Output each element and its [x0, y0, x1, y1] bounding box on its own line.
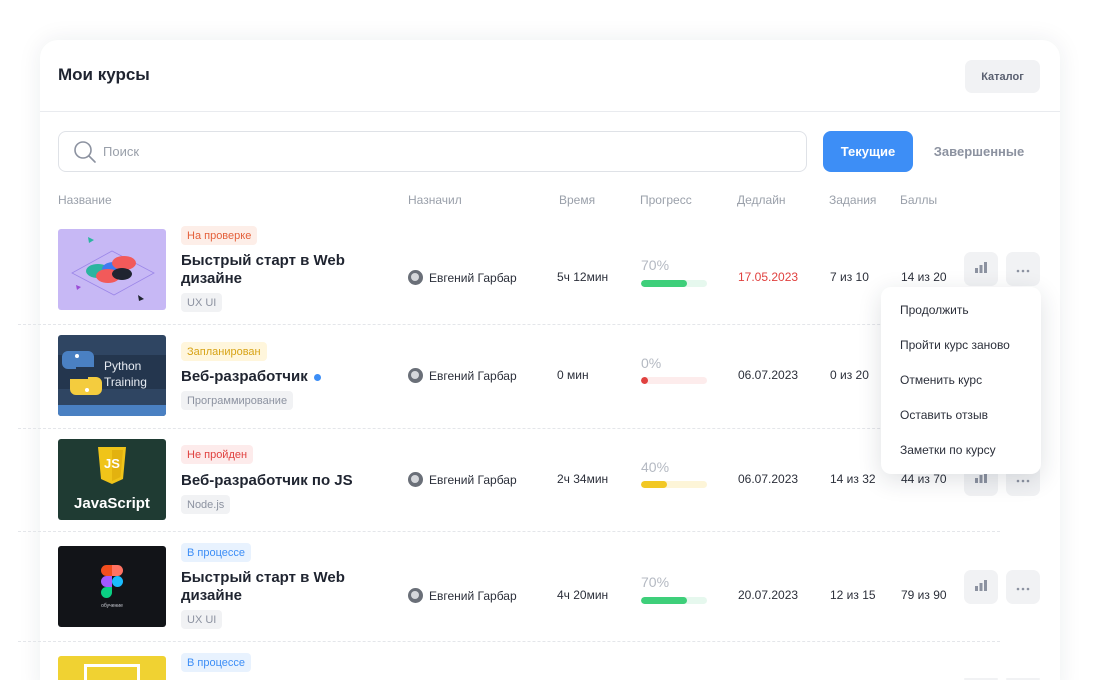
status-badge: Запланирован [181, 342, 267, 361]
course-thumbnail-ui[interactable] [58, 229, 166, 310]
assignee-name: Евгений Гарбар [429, 472, 517, 487]
course-tag: UX UI [181, 293, 223, 312]
progress-bar [641, 280, 707, 287]
course-tag: Node.js [181, 495, 231, 514]
thumbnail-logo-text: JS [104, 456, 120, 471]
course-time: 0 мин [557, 368, 589, 382]
course-title[interactable]: Веб-разработчик по JS [181, 472, 371, 490]
course-thumbnail-python[interactable]: Python Training [58, 335, 166, 416]
course-tasks: 12 из 15 [830, 588, 876, 602]
course-title[interactable]: Быстрый старт в Web дизайне [181, 252, 371, 288]
progress-bar [641, 481, 707, 488]
avatar [408, 270, 423, 285]
catalog-button[interactable]: Каталог [965, 60, 1040, 93]
course-time: 4ч 20мин [557, 588, 609, 602]
menu-item-review[interactable]: Оставить отзыв [900, 408, 988, 422]
course-tasks: 0 из 20 [830, 368, 869, 382]
tab-current[interactable]: Текущие [823, 131, 913, 172]
course-thumbnail[interactable] [58, 656, 166, 680]
column-header-time[interactable]: Время [559, 193, 595, 207]
avatar [408, 472, 423, 487]
assignee-name: Евгений Гарбар [429, 270, 517, 285]
search-icon [73, 140, 97, 164]
thumbnail-text: Python [104, 359, 142, 373]
progress-percent: 70% [641, 574, 670, 590]
column-header-assigned[interactable]: Назначил [408, 193, 462, 207]
menu-item-cancel[interactable]: Отменить курс [900, 373, 982, 387]
course-points: 79 из 90 [901, 588, 947, 602]
course-points: 44 из 70 [901, 472, 947, 486]
course-title[interactable]: Быстрый старт в Web дизайне [181, 569, 371, 605]
thumbnail-text: Training [104, 375, 147, 389]
course-time: 5ч 12мин [557, 270, 609, 284]
column-header-points[interactable]: Баллы [900, 193, 937, 207]
more-button[interactable] [1006, 252, 1040, 286]
tab-finished[interactable]: Завершенные [923, 131, 1035, 172]
column-header-progress[interactable]: Прогресс [640, 193, 692, 207]
assignee-name: Евгений Гарбар [429, 588, 517, 603]
status-badge: Не пройден [181, 445, 254, 464]
course-deadline: 06.07.2023 [738, 472, 799, 486]
course-title[interactable]: Веб-разработчик [181, 368, 371, 386]
more-dots-icon [1016, 578, 1030, 596]
course-deadline: 06.07.2023 [738, 368, 799, 382]
column-header-tasks[interactable]: Задания [829, 193, 876, 207]
course-title-text: Веб-разработчик [181, 368, 308, 385]
course-tasks: 14 из 32 [830, 472, 876, 486]
status-badge: В процессе [181, 653, 251, 672]
avatar [408, 588, 423, 603]
thumbnail-text: обучение [101, 603, 123, 609]
menu-item-restart[interactable]: Пройти курс заново [900, 338, 1010, 352]
assignee: Евгений Гарбар [408, 472, 517, 487]
progress-percent: 70% [641, 257, 670, 273]
assignee: Евгений Гарбар [408, 588, 517, 603]
new-indicator-dot [313, 373, 321, 381]
page-title: Мои курсы [58, 65, 150, 84]
stats-button[interactable] [964, 570, 998, 604]
column-header-name[interactable]: Название [58, 193, 112, 207]
more-dots-icon [1016, 260, 1030, 278]
menu-item-notes[interactable]: Заметки по курсу [900, 443, 996, 457]
status-badge: На проверке [181, 226, 258, 245]
course-context-menu: Продолжить Пройти курс заново Отменить к… [881, 287, 1041, 474]
course-thumbnail-figma[interactable]: обучение [58, 546, 166, 627]
progress-percent: 40% [641, 459, 670, 475]
course-tag: Программирование [181, 391, 294, 410]
course-time: 2ч 34мин [557, 472, 609, 486]
course-deadline: 20.07.2023 [738, 588, 799, 602]
status-badge: В процессе [181, 543, 251, 562]
card-header: Мои курсы Каталог [40, 40, 1060, 112]
thumbnail-text: JavaScript [74, 495, 150, 512]
course-tag: UX UI [181, 610, 223, 629]
search-input[interactable] [103, 144, 703, 159]
course-tasks: 7 из 10 [830, 270, 869, 284]
progress-bar [641, 377, 707, 384]
bar-chart-icon [974, 578, 988, 597]
avatar [408, 368, 423, 383]
more-button[interactable] [1006, 570, 1040, 604]
course-thumbnail-javascript[interactable]: JS JavaScript [58, 439, 166, 520]
search-box[interactable] [58, 131, 807, 172]
stats-button[interactable] [964, 252, 998, 286]
progress-bar [641, 597, 707, 604]
assignee: Евгений Гарбар [408, 270, 517, 285]
assignee: Евгений Гарбар [408, 368, 517, 383]
course-deadline: 17.05.2023 [738, 270, 799, 284]
assignee-name: Евгений Гарбар [429, 368, 517, 383]
bar-chart-icon [974, 260, 988, 279]
column-header-deadline[interactable]: Дедлайн [737, 193, 786, 207]
course-points: 14 из 20 [901, 270, 947, 284]
progress-percent: 0% [641, 355, 662, 371]
menu-item-continue[interactable]: Продолжить [900, 303, 969, 317]
